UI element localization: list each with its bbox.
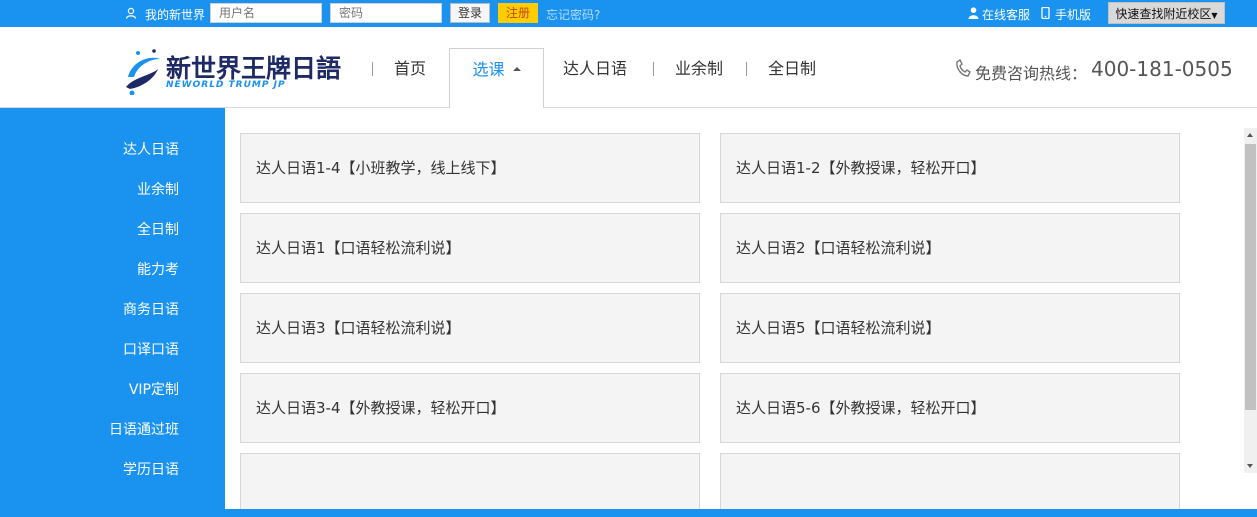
mobile-version-link[interactable]: 手机版	[1055, 6, 1091, 23]
scrollbar-thumb[interactable]	[1245, 144, 1256, 410]
online-service-link[interactable]: 在线客服	[982, 6, 1030, 23]
logo-swirl-icon	[124, 47, 164, 99]
scroll-up-arrow-icon[interactable]	[1247, 133, 1253, 137]
course-list: 达人日语1-4【小班教学，线上线下】 达人日语1-2【外教授课，轻松开口】 达人…	[225, 108, 1257, 509]
course-card[interactable]: 达人日语5-6【外教授课，轻松开口】	[720, 373, 1180, 443]
sidebar-item-part-time[interactable]: 业余制	[0, 179, 179, 199]
course-card[interactable]: 达人日语1-2【外教授课，轻松开口】	[720, 133, 1180, 203]
caret-up-icon	[512, 66, 521, 71]
sidebar-item-interpretation[interactable]: 口译口语	[0, 339, 179, 359]
dropdown-bottom-border	[225, 509, 1257, 517]
login-button[interactable]: 登录	[450, 3, 490, 23]
nav-item-part-time[interactable]: 业余制	[667, 27, 731, 107]
nav-divider	[746, 62, 747, 76]
hotline-number: 400-181-0505	[1091, 57, 1233, 81]
person-icon	[968, 7, 979, 22]
sidebar-item-degree[interactable]: 学历日语	[0, 459, 179, 479]
course-card[interactable]: 达人日语1-4【小班教学，线上线下】	[240, 133, 700, 203]
nav-item-daren[interactable]: 达人日语	[558, 27, 632, 107]
course-card[interactable]: 达人日语3【口语轻松流利说】	[240, 293, 700, 363]
course-category-sidebar: 达人日语 业余制 全日制 能力考 商务日语 口译口语 VIP定制 日语通过班 学…	[0, 108, 225, 517]
course-card[interactable]	[240, 453, 700, 509]
triangle-down-icon: ▼	[1211, 11, 1218, 20]
sidebar-item-daren[interactable]: 达人日语	[0, 139, 179, 159]
logo-english-text: NEWORLD TRUMP JP	[166, 80, 286, 90]
sidebar-item-jlpt[interactable]: 能力考	[0, 259, 179, 279]
course-list-scrollbar[interactable]	[1244, 128, 1257, 473]
phone-icon	[955, 58, 971, 81]
campus-finder-dropdown[interactable]: 快速查找附近校区▼	[1108, 2, 1225, 24]
site-logo[interactable]: 新世界王牌日語 NEWORLD TRUMP JP	[124, 47, 344, 97]
password-input[interactable]	[330, 3, 442, 23]
forgot-password-link[interactable]: 忘记密码?	[546, 6, 600, 23]
nav-divider	[372, 62, 373, 76]
sidebar-item-pass-class[interactable]: 日语通过班	[0, 419, 179, 439]
course-card[interactable]	[720, 453, 1180, 509]
sidebar-item-vip[interactable]: VIP定制	[0, 379, 179, 399]
course-card[interactable]: 达人日语2【口语轻松流利说】	[720, 213, 1180, 283]
my-account-link[interactable]: 我的新世界	[145, 6, 205, 23]
course-card[interactable]: 达人日语5【口语轻松流利说】	[720, 293, 1180, 363]
nav-item-full-time[interactable]: 全日制	[760, 27, 824, 107]
main-header: 新世界王牌日語 NEWORLD TRUMP JP 首页 选课 达人日语 业余制 …	[0, 27, 1257, 129]
sidebar-item-business[interactable]: 商务日语	[0, 299, 179, 319]
course-card[interactable]: 达人日语1【口语轻松流利说】	[240, 213, 700, 283]
top-bar: 我的新世界 登录 注册 忘记密码? 在线客服 手机版 快速查找附近校区▼	[0, 0, 1257, 27]
nav-item-home[interactable]: 首页	[382, 27, 438, 107]
username-input[interactable]	[210, 3, 322, 23]
hotline-label: 免费咨询热线：	[975, 64, 1088, 83]
register-button[interactable]: 注册	[498, 3, 538, 23]
sidebar-item-full-time[interactable]: 全日制	[0, 219, 179, 239]
course-card[interactable]: 达人日语3-4【外教授课，轻松开口】	[240, 373, 700, 443]
user-icon	[125, 7, 137, 22]
scroll-down-arrow-icon[interactable]	[1247, 464, 1253, 468]
nav-item-courses-label: 选课	[472, 60, 505, 79]
nav-divider	[653, 62, 654, 76]
mobile-phone-icon	[1041, 6, 1050, 22]
campus-finder-label: 快速查找附近校区	[1115, 7, 1212, 21]
